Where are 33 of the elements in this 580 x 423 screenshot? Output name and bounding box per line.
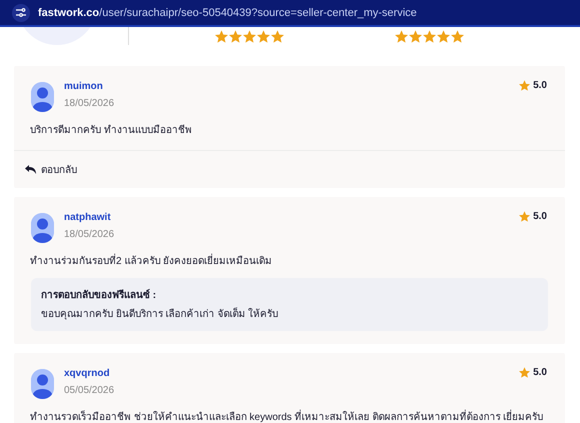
review-text: บริการดีมากครับ ทำงานแบบมืออาชีพ	[30, 124, 193, 137]
site-settings-icon[interactable]	[16, 8, 26, 17]
star-icon	[409, 30, 422, 43]
reviewer-name[interactable]: xqvqrnod	[64, 368, 114, 379]
rating-score: 5.0	[533, 211, 547, 222]
avatar-icon	[31, 213, 54, 243]
rating-score: 5.0	[533, 367, 547, 378]
review-date: 18/05/2026	[64, 229, 114, 240]
avatar-icon	[31, 82, 54, 112]
star-icon	[437, 30, 450, 43]
star-icon	[242, 30, 256, 43]
star-icon	[395, 30, 408, 43]
reviewer-name[interactable]: muimon	[64, 81, 114, 92]
star-icon	[451, 30, 464, 43]
star-icon	[256, 30, 270, 43]
avatar-icon	[31, 369, 54, 399]
reply-text: ขอบคุณมากครับ ยินดีบริการ เลือกค้าเก่า จัดเต็ม ให้ครับ	[41, 306, 280, 321]
rating-score: 5.0	[533, 80, 547, 91]
star-icon	[270, 30, 284, 43]
star-icon	[519, 367, 530, 378]
reply-arrow-icon	[25, 165, 36, 174]
star-icon	[423, 30, 436, 43]
reviewer-name[interactable]: natphawit	[64, 212, 114, 223]
review-date: 05/05/2026	[64, 385, 114, 396]
review-text: ทำงานรวดเร็วมืออาชีพ ช่วยให้คำแนะนำและเลือก keywords ที่เหมาะสมให้เลย ติดผลการค้นหาตามที่ต้องการ เยี่ยมครับ	[30, 409, 548, 423]
reply-button[interactable]: ตอบกลับ	[23, 160, 79, 179]
review-date: 18/05/2026	[64, 98, 114, 109]
star-icon	[214, 30, 228, 43]
star-icon	[228, 30, 242, 43]
review-text: ทำงานร่วมกันรอบที่2 แล้วครับ ยังคงยอดเยี่ยมเหมือนเดิม	[30, 253, 548, 268]
star-icon	[519, 211, 530, 222]
star-icon	[519, 80, 530, 91]
reply-heading: การตอบกลับของฟรีแลนซ์ :	[41, 288, 158, 302]
